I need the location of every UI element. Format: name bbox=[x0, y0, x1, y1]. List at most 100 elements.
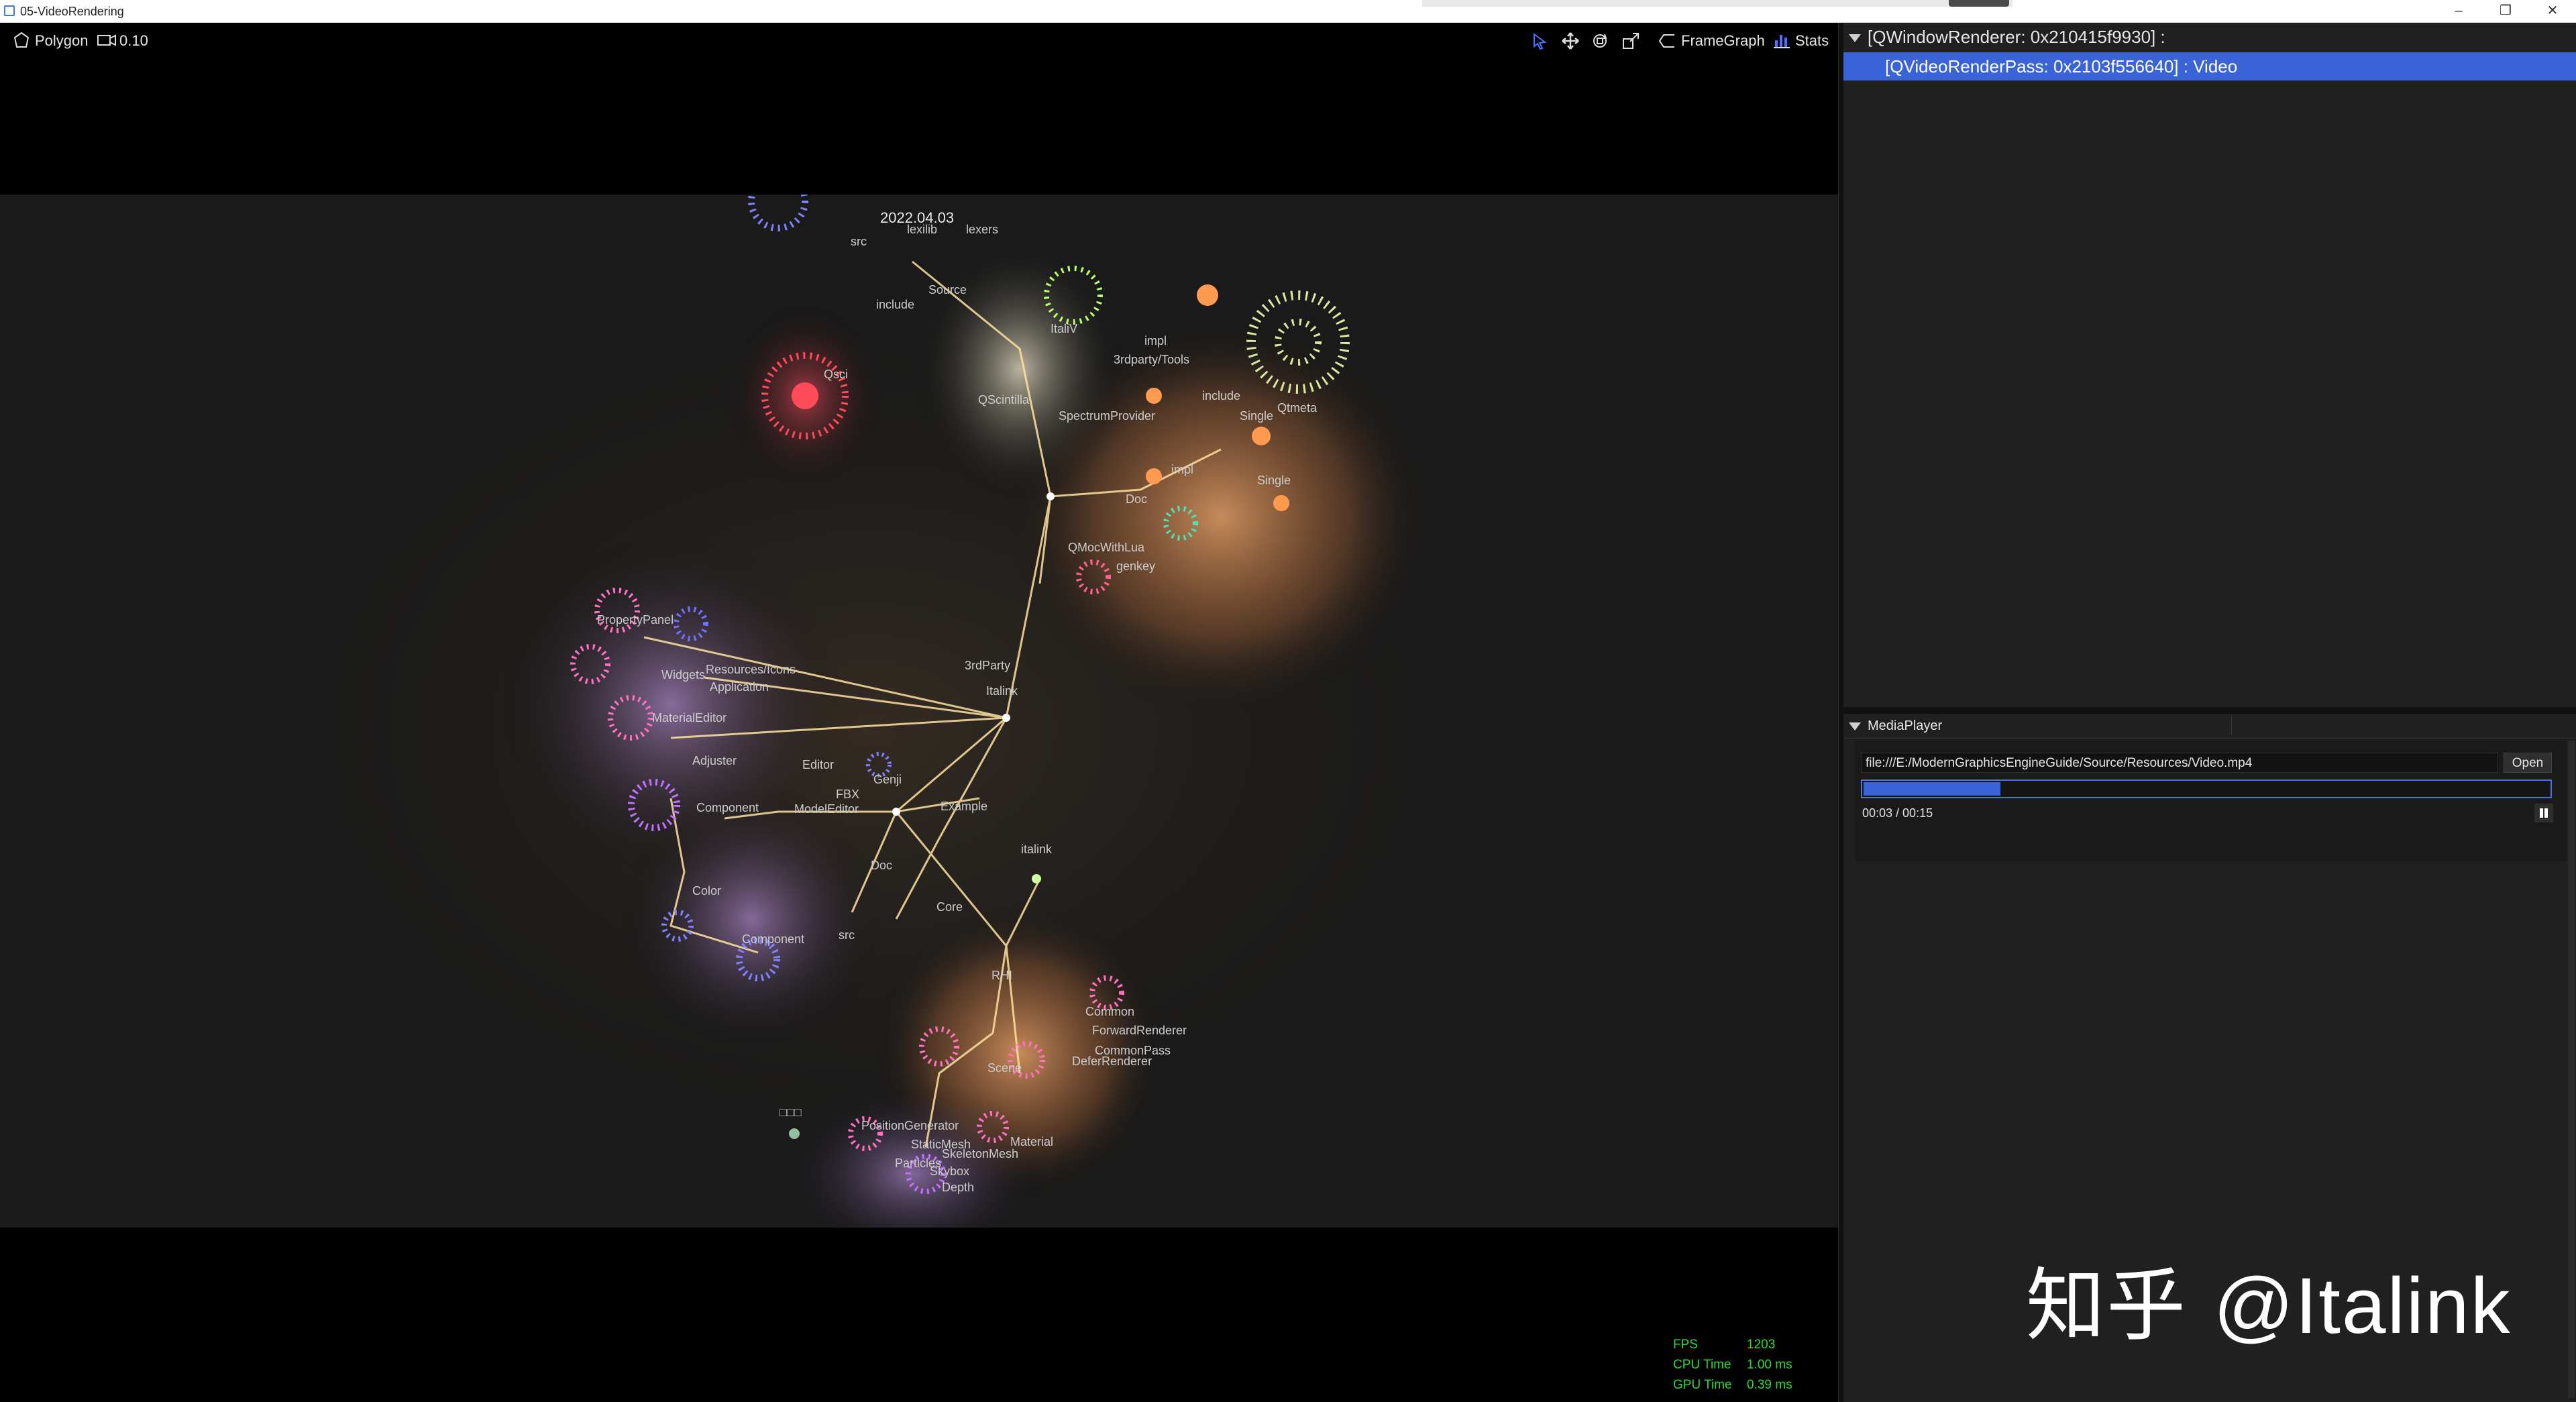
collapse-arrow-icon[interactable] bbox=[1849, 722, 1861, 731]
framegraph-icon bbox=[1658, 34, 1674, 48]
maximize-button[interactable]: ❐ bbox=[2482, 0, 2529, 22]
stats-icon bbox=[1774, 35, 1790, 48]
watermark: 知乎 @Italink bbox=[2026, 1241, 2512, 1356]
scene-label: DeferRenderer bbox=[1072, 1055, 1152, 1068]
scene-label: impl bbox=[1171, 463, 1194, 476]
header-divider bbox=[2231, 716, 2232, 735]
scene-label: □□□ bbox=[780, 1106, 802, 1119]
rotate-icon[interactable] bbox=[1590, 31, 1610, 51]
stats-button[interactable]: Stats bbox=[1795, 32, 1829, 50]
scene-label: PropertyPanel bbox=[597, 613, 674, 627]
scene-label: Common bbox=[1085, 1005, 1135, 1018]
scene-label: Core bbox=[936, 900, 963, 914]
scene-label: include bbox=[876, 298, 915, 311]
scene-label: Qtmeta bbox=[1277, 401, 1318, 415]
watermark-handle: @Italink bbox=[2213, 1262, 2512, 1350]
scene-label: Component bbox=[742, 932, 805, 946]
gpu-time-label: GPU Time bbox=[1673, 1378, 1732, 1392]
scene-label: ForwardRenderer bbox=[1092, 1024, 1187, 1037]
scene-label: include bbox=[1202, 389, 1241, 402]
cpu-time-value: 1.00 ms bbox=[1747, 1358, 1792, 1372]
title-bar: 05-VideoRendering – ❐ ✕ bbox=[0, 0, 2576, 23]
fps-label: FPS bbox=[1673, 1338, 1698, 1352]
scene-label: Scene bbox=[987, 1061, 1022, 1075]
framegraph-button[interactable]: FrameGraph bbox=[1681, 32, 1765, 50]
fps-value: 1203 bbox=[1747, 1338, 1776, 1352]
polygon-mode-label[interactable]: Polygon bbox=[35, 32, 89, 50]
scene-label: Widgets bbox=[661, 668, 706, 682]
expand-arrow-icon[interactable] bbox=[1849, 34, 1861, 43]
scene-label: RHI bbox=[991, 969, 1012, 982]
stats-overlay: FPS 1203 CPU Time 1.00 ms GPU Time 0.39 ms bbox=[1673, 1335, 1792, 1395]
scene-label: QScintilla bbox=[978, 393, 1030, 407]
cpu-time-label: CPU Time bbox=[1673, 1358, 1731, 1372]
scene-label: lexilib bbox=[907, 223, 938, 236]
scene-label: Qsci bbox=[824, 368, 848, 381]
render-pass-tree: [QWindowRenderer: 0x210415f9930] : [QVid… bbox=[1843, 23, 2576, 707]
minimize-button[interactable]: – bbox=[2435, 0, 2482, 22]
scene-label: Skybox bbox=[930, 1165, 970, 1178]
gpu-time-value: 0.39 ms bbox=[1747, 1378, 1792, 1392]
scene-label: SkeletonMesh bbox=[942, 1147, 1019, 1161]
scene-label: Adjuster bbox=[692, 754, 737, 767]
scene-label: italink bbox=[1021, 843, 1053, 856]
scene-label: genkey bbox=[1116, 559, 1156, 573]
scene-label: ItaliV bbox=[1051, 322, 1078, 335]
scene-label: lexers bbox=[966, 223, 999, 236]
scale-icon[interactable] bbox=[1621, 31, 1641, 51]
polygon-icon bbox=[13, 32, 30, 48]
scene-label: impl bbox=[1144, 334, 1167, 347]
tree-item-label: [QWindowRenderer: 0x210415f9930] : bbox=[1868, 27, 2165, 47]
scene-label: Application bbox=[710, 680, 769, 694]
scene-label: src bbox=[851, 235, 867, 248]
scene-label: ModelEditor bbox=[794, 802, 859, 816]
close-button[interactable]: ✕ bbox=[2529, 0, 2576, 22]
playback-time: 00:03 / 00:15 bbox=[1862, 806, 1933, 820]
progress-fill bbox=[1864, 782, 2000, 796]
cursor-icon[interactable] bbox=[1529, 31, 1550, 51]
viewport[interactable]: Polygon 0.10 FrameGraph Stats 2022.04.03… bbox=[0, 23, 1838, 1402]
window-title: 05-VideoRendering bbox=[20, 5, 124, 18]
tree-item-window-renderer[interactable]: [QWindowRenderer: 0x210415f9930] : bbox=[1843, 23, 2576, 51]
scene-label: Component bbox=[696, 801, 759, 814]
tree-item-label: [QVideoRenderPass: 0x2103f556640] : Vide… bbox=[1885, 56, 2238, 76]
scene-label: 3rdParty bbox=[965, 659, 1011, 672]
scene-label: Depth bbox=[942, 1181, 975, 1194]
pause-icon[interactable] bbox=[2534, 804, 2553, 822]
top-strip bbox=[1422, 0, 2012, 7]
playback-progress-slider[interactable] bbox=[1861, 779, 2552, 798]
scene-label: FBX bbox=[836, 788, 860, 801]
scene-label: Editor bbox=[802, 758, 835, 771]
scene-label: Doc bbox=[871, 859, 893, 872]
scene-label: Single bbox=[1257, 474, 1291, 487]
scene-label: Source bbox=[928, 283, 967, 296]
scene-label: Color bbox=[692, 884, 722, 898]
tree-item-video-render-pass[interactable]: [QVideoRenderPass: 0x2103f556640] : Vide… bbox=[1843, 52, 2576, 80]
camera-speed[interactable]: 0.10 bbox=[119, 32, 148, 50]
video-frame: 2022.04.03 lexilib lexers src include So… bbox=[0, 195, 1838, 1228]
scene-label: Single bbox=[1240, 409, 1274, 423]
media-player-title: MediaPlayer bbox=[1868, 718, 1943, 733]
scene-label: PositionGenerator bbox=[861, 1119, 959, 1132]
scene-label: Genji bbox=[873, 773, 902, 786]
scene-label: 3rdparty/Tools bbox=[1114, 353, 1190, 366]
camera-icon bbox=[97, 34, 116, 46]
drag-handle[interactable] bbox=[1949, 0, 2009, 7]
scene-label: Italink bbox=[986, 684, 1018, 698]
scene-label: Example bbox=[941, 800, 988, 813]
scene-label: MaterialEditor bbox=[652, 711, 727, 724]
media-player-header[interactable]: MediaPlayer bbox=[1843, 714, 2576, 739]
app-icon bbox=[4, 5, 15, 16]
code-graph-visualization bbox=[0, 195, 1838, 1228]
scene-label: SpectrumProvider bbox=[1059, 409, 1156, 423]
scene-label: Doc bbox=[1126, 492, 1148, 506]
scene-label: Material bbox=[1010, 1135, 1054, 1148]
move-icon[interactable] bbox=[1560, 31, 1580, 51]
watermark-cn: 知乎 bbox=[2026, 1259, 2188, 1352]
scene-label: Resources/Icons bbox=[706, 663, 796, 676]
horizontal-splitter[interactable] bbox=[1843, 707, 2576, 714]
open-button[interactable]: Open bbox=[2504, 753, 2552, 773]
video-url-field[interactable]: file:///E:/ModernGraphicsEngineGuide/Sou… bbox=[1861, 753, 2498, 773]
panel-scrollbar[interactable] bbox=[2568, 741, 2575, 1398]
scene-label: src bbox=[839, 928, 855, 942]
